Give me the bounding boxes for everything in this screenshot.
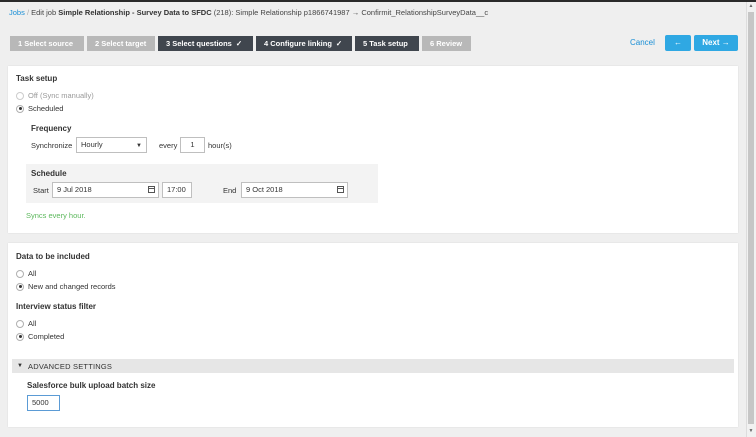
start-time-input[interactable]: 17:00	[162, 182, 192, 198]
arrow-right-icon: →	[351, 8, 360, 17]
radio-scheduled[interactable]	[16, 104, 24, 113]
breadcrumb: Jobs / Edit job Simple Relationship - Su…	[9, 8, 488, 17]
step-task-setup[interactable]: 5 Task setup	[355, 36, 419, 51]
interview-all-label: All	[28, 319, 37, 328]
caret-down-icon[interactable]: ▼	[17, 363, 23, 369]
step-label: 1 Select source	[18, 39, 74, 48]
step-label: 2 Select target	[95, 39, 147, 48]
off-hint: (Sync manually)	[39, 91, 94, 100]
data-options-panel	[8, 243, 738, 427]
advanced-settings-title[interactable]: ADVANCED SETTINGS	[28, 362, 112, 371]
cancel-link[interactable]: Cancel	[630, 38, 655, 47]
step-review[interactable]: 6 Review	[422, 36, 471, 51]
checkmark-icon: ✓	[335, 39, 343, 48]
data-new-changed-label: New and changed records	[28, 282, 116, 291]
frequency-select[interactable]: Hourly ▼	[76, 137, 147, 153]
radio-off[interactable]	[16, 91, 24, 100]
step-select-target[interactable]: 2 Select target	[87, 36, 155, 51]
step-select-source[interactable]: 1 Select source	[10, 36, 84, 51]
next-button[interactable]: Next →	[694, 35, 738, 51]
data-included-title: Data to be included	[16, 252, 90, 261]
breadcrumb-jobs-link[interactable]: Jobs	[9, 8, 25, 17]
end-date-value: 9 Oct 2018	[246, 185, 283, 194]
advanced-settings-header[interactable]	[12, 359, 734, 373]
sync-summary: Syncs every hour.	[26, 211, 86, 220]
step-label: 6 Review	[430, 39, 463, 48]
scrollbar-thumb[interactable]	[748, 12, 754, 424]
end-label: End	[223, 186, 237, 195]
hours-unit-label: hour(s)	[208, 141, 232, 150]
frequency-select-value: Hourly	[81, 140, 103, 149]
breadcrumb-edit-prefix: Edit job	[31, 8, 57, 17]
data-new-changed-option[interactable]: New and changed records	[16, 282, 116, 291]
scroll-down-icon[interactable]: ▼	[748, 428, 754, 434]
interview-all-option[interactable]: All	[16, 319, 36, 328]
window-top-bar	[0, 0, 756, 2]
frequency-title: Frequency	[31, 124, 72, 133]
radio-data-new-changed[interactable]	[16, 282, 24, 291]
breadcrumb-job-suffix: (218): Simple Relationship p1866741987	[213, 8, 350, 17]
data-all-option[interactable]: All	[16, 269, 36, 278]
step-label: 3 Select questions	[166, 39, 232, 48]
schedule-title: Schedule	[31, 169, 67, 178]
radio-interview-all[interactable]	[16, 319, 24, 328]
synchronize-label: Synchronize	[31, 141, 73, 150]
checkmark-icon: ✓	[235, 39, 243, 48]
every-label: every	[159, 141, 178, 150]
task-setup-title: Task setup	[16, 74, 58, 83]
end-date-input[interactable]: 9 Oct 2018	[241, 182, 348, 198]
back-button[interactable]: ←	[665, 35, 691, 51]
every-input[interactable]: 1	[180, 137, 205, 153]
breadcrumb-target: Confirmit_RelationshipSurveyData__c	[361, 8, 489, 17]
sync-off-option[interactable]: Off (Sync manually)	[16, 91, 94, 100]
start-date-value: 9 Jul 2018	[57, 185, 92, 194]
scroll-up-icon[interactable]: ▲	[748, 3, 754, 9]
data-all-label: All	[28, 269, 37, 278]
radio-interview-completed[interactable]	[16, 332, 24, 341]
start-date-input[interactable]: 9 Jul 2018	[52, 182, 159, 198]
interview-completed-label: Completed	[28, 332, 65, 341]
step-label: 4 Configure linking	[264, 39, 332, 48]
chevron-down-icon: ▼	[136, 143, 142, 149]
off-label: Off	[28, 91, 38, 100]
breadcrumb-separator: /	[26, 8, 30, 17]
next-button-label: Next →	[702, 38, 730, 47]
arrow-left-icon: ←	[674, 38, 682, 47]
calendar-icon[interactable]	[148, 186, 155, 193]
interview-completed-option[interactable]: Completed	[16, 332, 64, 341]
sync-scheduled-option[interactable]: Scheduled	[16, 104, 63, 113]
batch-size-label: Salesforce bulk upload batch size	[27, 381, 156, 390]
scheduled-label: Scheduled	[28, 104, 64, 113]
interview-filter-title: Interview status filter	[16, 302, 97, 311]
step-label: 5 Task setup	[363, 39, 408, 48]
breadcrumb-job-name: Simple Relationship - Survey Data to SFD…	[58, 8, 212, 17]
batch-size-input[interactable]: 5000	[27, 395, 60, 411]
step-configure-linking[interactable]: 4 Configure linking ✓	[256, 36, 352, 51]
radio-data-all[interactable]	[16, 269, 24, 278]
step-select-questions[interactable]: 3 Select questions ✓	[158, 36, 253, 51]
start-label: Start	[33, 186, 49, 195]
calendar-icon[interactable]	[337, 186, 344, 193]
